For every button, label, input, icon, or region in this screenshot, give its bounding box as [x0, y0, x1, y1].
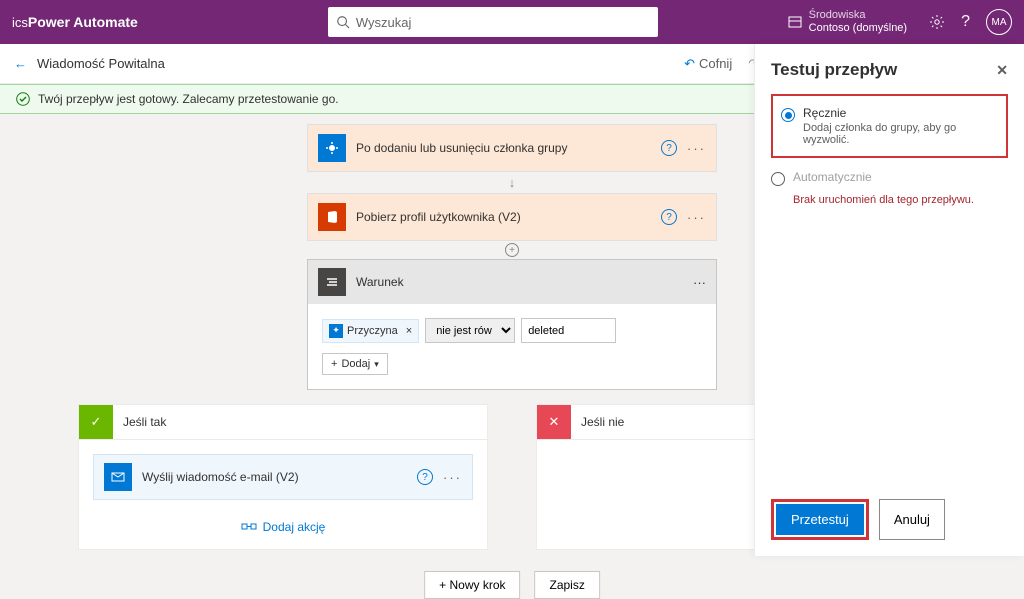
- settings-icon[interactable]: [929, 14, 945, 30]
- search-placeholder: Wyszukaj: [356, 15, 412, 30]
- help-icon[interactable]: ?: [961, 13, 970, 31]
- avatar[interactable]: MA: [986, 9, 1012, 35]
- add-action-yes[interactable]: Dodaj akcję: [93, 520, 473, 534]
- check-icon: [16, 92, 30, 106]
- condition-left-operand[interactable]: ✦ Przyczyna×: [322, 319, 419, 343]
- cancel-button[interactable]: Anuluj: [879, 499, 945, 540]
- token-icon: ✦: [329, 324, 343, 338]
- card-menu[interactable]: ···: [693, 275, 706, 290]
- environment-picker[interactable]: Środowiska Contoso (domyślne): [787, 9, 907, 35]
- app-title: Power Automate: [28, 14, 138, 30]
- condition-card[interactable]: Warunek ··· ✦ Przyczyna× nie jest równe …: [307, 259, 717, 390]
- if-yes-branch: ✓Jeśli tak Wyślij wiadomość e-mail (V2) …: [78, 404, 488, 550]
- card-menu[interactable]: ···: [687, 141, 706, 156]
- app-header: ics Power Automate Wyszukaj Środowiska C…: [0, 0, 1024, 44]
- flow-name: Wiadomość Powitalna: [37, 56, 165, 71]
- insert-step[interactable]: +: [505, 243, 519, 257]
- card-menu[interactable]: ···: [687, 210, 706, 225]
- back-button[interactable]: ←: [14, 56, 27, 71]
- search-box[interactable]: Wyszukaj: [328, 7, 658, 37]
- banner-text: Twój przepływ jest gotowy. Zalecamy prze…: [38, 92, 339, 106]
- auto-error-text: Brak uruchomień dla tego przepływu.: [793, 194, 1008, 206]
- environment-icon: [787, 14, 803, 30]
- get-profile-card[interactable]: Pobierz profil użytkownika (V2) ? ···: [307, 193, 717, 241]
- radio-icon: [781, 108, 795, 122]
- test-auto-option[interactable]: Automatycznie: [771, 166, 1008, 190]
- add-action-icon: [241, 521, 257, 533]
- condition-icon: [318, 268, 346, 296]
- condition-value[interactable]: [521, 318, 616, 343]
- condition-operator[interactable]: nie jest równe: [425, 318, 515, 343]
- info-icon[interactable]: ?: [661, 209, 677, 225]
- test-manual-option[interactable]: Ręcznie Dodaj członka do grupy, aby go w…: [781, 102, 998, 150]
- trigger-card[interactable]: Po dodaniu lub usunięciu członka grupy ?…: [307, 124, 717, 172]
- panel-title: Testuj przepływ ✕: [771, 60, 1008, 80]
- add-condition-row[interactable]: + Dodaj ▾: [322, 353, 388, 375]
- info-icon[interactable]: ?: [661, 140, 677, 156]
- waffle-icon[interactable]: ics: [12, 15, 28, 30]
- search-icon: [336, 15, 350, 29]
- save-flow-button[interactable]: Zapisz: [535, 571, 600, 599]
- send-email-card[interactable]: Wyślij wiadomość e-mail (V2) ? ···: [93, 454, 473, 500]
- test-button[interactable]: Przetestuj: [776, 504, 864, 535]
- cross-icon: ✕: [537, 405, 571, 439]
- outlook-icon: [104, 463, 132, 491]
- connector-arrow: ↓: [509, 175, 516, 190]
- test-flow-panel: Testuj przepływ ✕ Ręcznie Dodaj członka …: [754, 44, 1024, 556]
- close-icon[interactable]: ✕: [996, 62, 1008, 79]
- info-icon[interactable]: ?: [417, 469, 433, 485]
- check-icon: ✓: [79, 405, 113, 439]
- new-step-button[interactable]: + Nowy krok: [424, 571, 520, 599]
- undo-button[interactable]: ↶Cofnij: [684, 53, 732, 75]
- card-menu[interactable]: ···: [443, 470, 462, 485]
- teams-icon: [318, 134, 346, 162]
- radio-icon: [771, 172, 785, 186]
- office-icon: [318, 203, 346, 231]
